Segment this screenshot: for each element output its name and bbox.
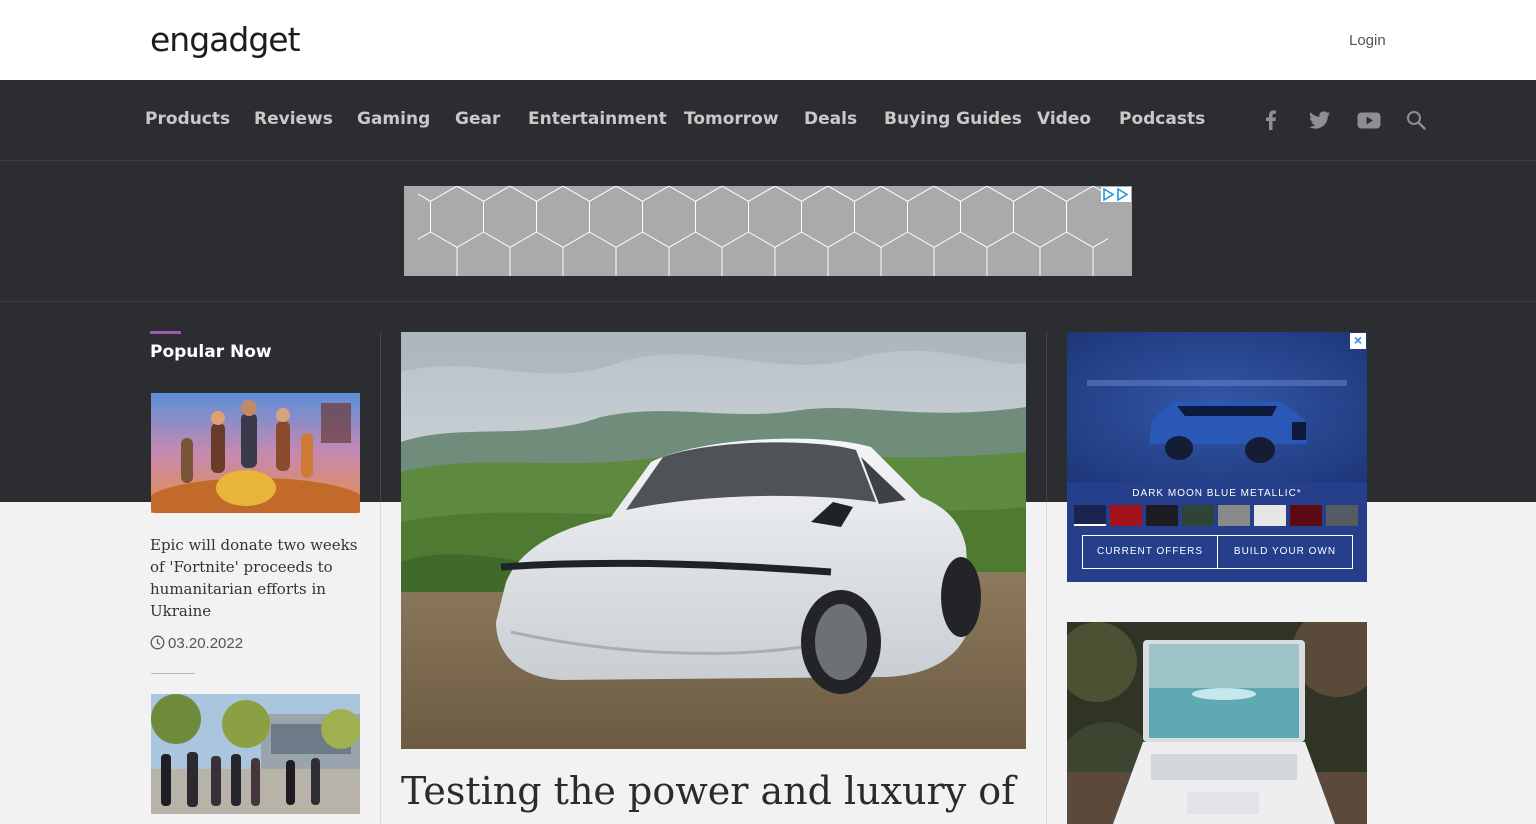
popular-now-heading: Popular Now xyxy=(150,342,272,362)
clock-icon xyxy=(150,635,165,650)
search-icon[interactable] xyxy=(1404,108,1430,132)
color-swatch[interactable] xyxy=(1218,505,1250,526)
top-bar: engadget Login xyxy=(0,0,1536,80)
nav-item-buying-guides[interactable]: Buying Guides xyxy=(884,108,1022,130)
article-thumbnail-fortnite[interactable] xyxy=(151,393,360,513)
column-divider-left-lower xyxy=(380,502,381,824)
nav-item-tomorrow[interactable]: Tomorrow xyxy=(684,108,779,130)
date-text: 03.20.2022 xyxy=(168,635,244,652)
band-divider xyxy=(0,301,1536,302)
main-nav: Products Reviews Gaming Gear Entertainme… xyxy=(0,80,1536,161)
column-divider-right-lower xyxy=(1046,502,1047,824)
ad-vehicle-image xyxy=(1067,332,1367,482)
ad-color-name: DARK MOON BLUE METALLIC* xyxy=(1132,488,1302,499)
color-swatch[interactable] xyxy=(1254,505,1286,526)
nav-item-video[interactable]: Video xyxy=(1037,108,1091,130)
article-thumbnail-google[interactable] xyxy=(151,694,360,814)
login-link[interactable]: Login xyxy=(1349,32,1386,49)
nav-item-podcasts[interactable]: Podcasts xyxy=(1119,108,1205,130)
adchoices-icon[interactable] xyxy=(1101,187,1131,202)
side-ad-cadillac[interactable]: × DARK MOON BLUE METALLIC* CURRENT OFFER… xyxy=(1067,332,1367,582)
facebook-icon[interactable] xyxy=(1258,108,1284,132)
nav-item-deals[interactable]: Deals xyxy=(804,108,857,130)
hero-image[interactable] xyxy=(401,332,1026,749)
nav-item-products[interactable]: Products xyxy=(145,108,230,130)
nav-item-entertainment[interactable]: Entertainment xyxy=(528,108,667,130)
hero-headline[interactable]: Testing the power and luxury of xyxy=(401,766,1015,816)
color-swatch[interactable] xyxy=(1182,505,1214,526)
color-swatch[interactable] xyxy=(1326,505,1358,526)
laptop-article-image[interactable] xyxy=(1067,622,1367,824)
nav-item-gear[interactable]: Gear xyxy=(455,108,500,130)
nav-item-reviews[interactable]: Reviews xyxy=(254,108,333,130)
color-swatch[interactable] xyxy=(1146,505,1178,526)
popular-article-date: 03.20.2022 xyxy=(150,635,243,652)
article-divider xyxy=(151,673,195,674)
color-swatches xyxy=(1074,505,1358,526)
color-swatch[interactable] xyxy=(1110,505,1142,526)
current-offers-button[interactable]: CURRENT OFFERS xyxy=(1082,535,1218,569)
ad-close-icon[interactable]: × xyxy=(1350,333,1366,349)
twitter-icon[interactable] xyxy=(1307,108,1333,132)
banner-ad[interactable] xyxy=(404,186,1132,276)
color-swatch[interactable] xyxy=(1290,505,1322,526)
section-accent-bar xyxy=(150,331,181,334)
nav-item-gaming[interactable]: Gaming xyxy=(357,108,430,130)
color-swatch[interactable] xyxy=(1074,505,1106,526)
ad-pattern xyxy=(404,186,1132,276)
popular-article-headline[interactable]: Epic will donate two weeks of 'Fortnite'… xyxy=(150,534,360,622)
build-your-own-button[interactable]: BUILD YOUR OWN xyxy=(1217,535,1353,569)
engadget-logo[interactable]: engadget xyxy=(150,20,301,60)
youtube-icon[interactable] xyxy=(1356,108,1382,132)
